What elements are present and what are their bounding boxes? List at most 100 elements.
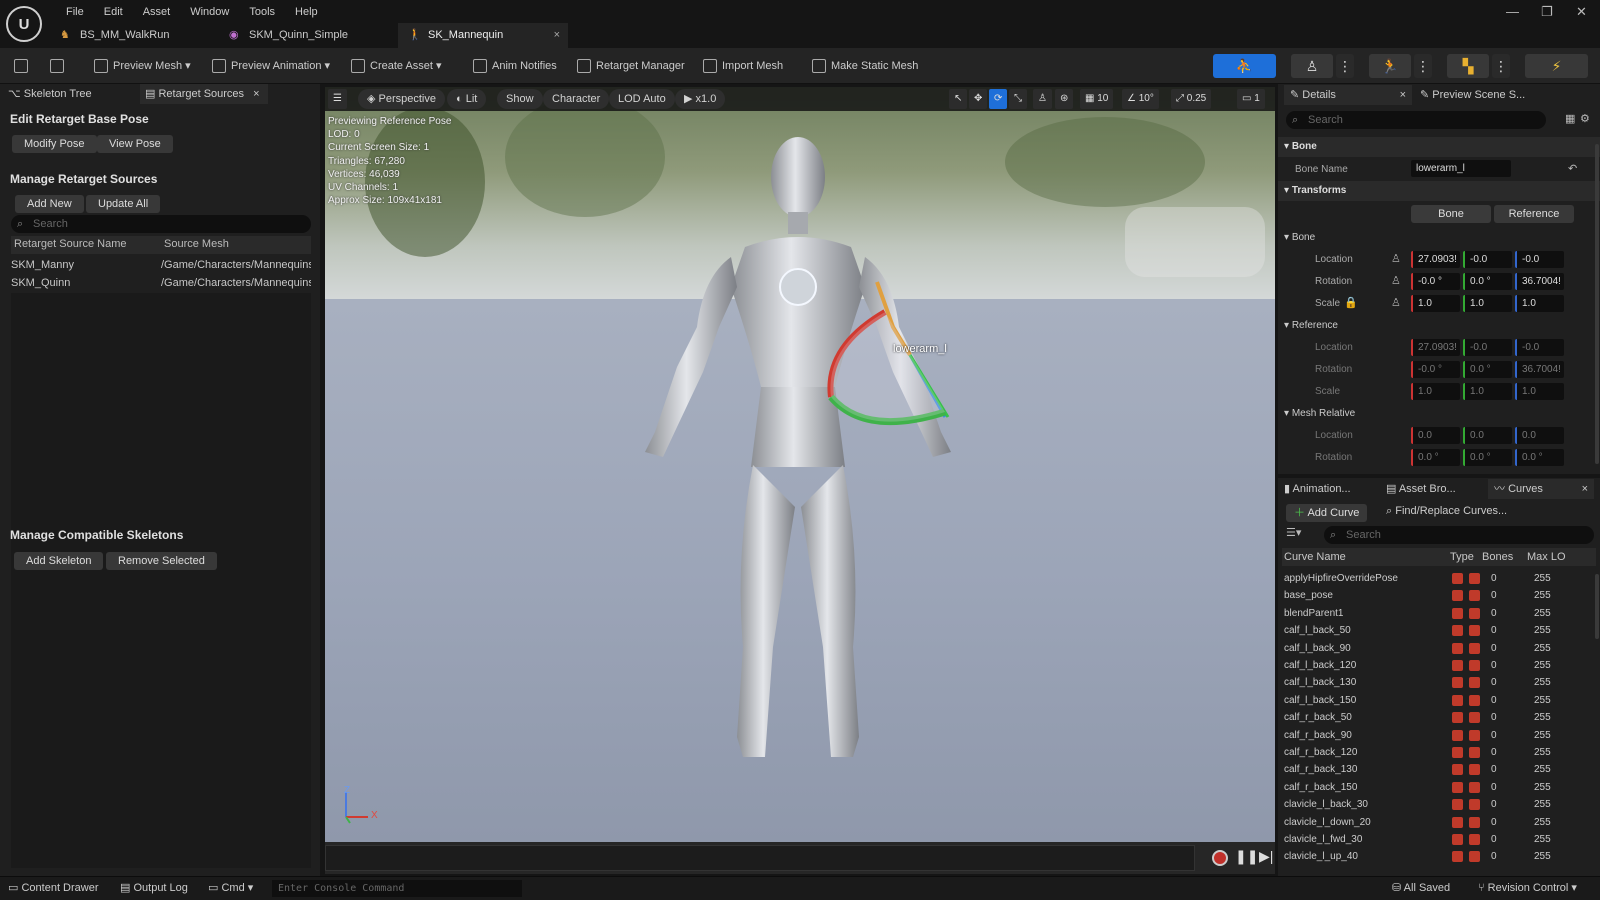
preview-mesh-button[interactable]: Preview Mesh ▾	[94, 55, 191, 77]
scale-snap-button[interactable]: ⤢ 0.25	[1171, 89, 1212, 109]
list-item[interactable]: calf_l_back_90 0 255	[1284, 640, 1600, 657]
menu-help[interactable]: Help	[285, 3, 328, 21]
skeleton-mode-button[interactable]: ⛹	[1213, 54, 1276, 78]
perspective-button[interactable]: ◈ Perspective	[358, 89, 445, 109]
list-item[interactable]: clavicle_l_down_20 0 255	[1284, 814, 1600, 831]
tab-skeleton-tree[interactable]: ⌥ Skeleton Tree	[8, 84, 138, 104]
character-button[interactable]: Character	[543, 89, 610, 109]
record-button[interactable]	[1212, 850, 1228, 866]
table-row[interactable]: SKM_Manny /Game/Characters/Mannequins	[11, 257, 311, 274]
grid-snap-button[interactable]: ▦ 10	[1080, 89, 1114, 109]
find-replace-curves-button[interactable]: ⌕ Find/Replace Curves...	[1386, 505, 1507, 518]
col-type[interactable]: Type	[1450, 551, 1474, 563]
bone-scale-x[interactable]: 1.0	[1411, 295, 1460, 312]
list-item[interactable]: clavicle_l_back_30 0 255	[1284, 796, 1600, 813]
list-item[interactable]: calf_l_back_50 0 255	[1284, 622, 1600, 639]
restore-button[interactable]: ❐	[1541, 4, 1553, 20]
list-item[interactable]: calf_l_back_120 0 255	[1284, 657, 1600, 674]
list-item[interactable]: calf_l_back_150 0 255	[1284, 692, 1600, 709]
close-window-button[interactable]: ✕	[1576, 4, 1587, 20]
minimize-button[interactable]: —	[1506, 4, 1519, 19]
filter-icon[interactable]: ☰▾	[1286, 526, 1301, 539]
add-skeleton-button[interactable]: Add Skeleton	[14, 552, 104, 570]
col-bones[interactable]: Bones	[1482, 551, 1513, 563]
select-icon[interactable]: ↖	[949, 89, 968, 109]
update-all-button[interactable]: Update All	[86, 195, 161, 213]
add-new-button[interactable]: Add New	[15, 195, 84, 213]
local-space-icon[interactable]: ♙	[1033, 89, 1052, 109]
browse-icon[interactable]	[50, 55, 64, 77]
create-asset-button[interactable]: Create Asset ▾	[351, 55, 442, 77]
output-log-button[interactable]: ▤ Output Log	[120, 881, 188, 894]
settings-gear-icon[interactable]: ⚙	[1580, 112, 1590, 125]
list-item[interactable]: base_pose 0 255	[1284, 587, 1600, 604]
details-search-input[interactable]: ⌕ Search	[1286, 111, 1546, 129]
list-item[interactable]: calf_r_back_50 0 255	[1284, 709, 1600, 726]
playback-speed-button[interactable]: ▶ x1.0	[675, 89, 726, 109]
section-transforms[interactable]: ▾ Transforms	[1278, 181, 1600, 201]
bone-location-y[interactable]: -0.0	[1463, 251, 1512, 268]
show-button[interactable]: Show	[497, 89, 543, 109]
bone-rotation-y[interactable]: 0.0 °	[1463, 273, 1512, 290]
blueprint-mode-options[interactable]: ⋮	[1492, 54, 1510, 78]
animation-mode-options[interactable]: ⋮	[1414, 54, 1432, 78]
unreal-logo-icon[interactable]: U	[6, 6, 42, 42]
viewport[interactable]: lowerarm_l ☰ ◈ Perspective ◐ Lit Show Ch…	[325, 87, 1275, 842]
col-source-name[interactable]: Retarget Source Name	[14, 238, 127, 250]
pause-button[interactable]: ❚❚	[1235, 848, 1258, 865]
save-icon[interactable]	[14, 55, 28, 77]
col-source-mesh[interactable]: Source Mesh	[164, 238, 229, 250]
tab-skm-quinn-simple[interactable]: ◉ SKM_Quinn_Simple	[219, 23, 394, 48]
mesh-mode-button[interactable]: ♙	[1291, 54, 1333, 78]
menu-tools[interactable]: Tools	[239, 3, 285, 21]
tab-animation[interactable]: ▮ Animation...	[1284, 479, 1379, 499]
physics-mode-button[interactable]: ⚡	[1525, 54, 1588, 78]
list-item[interactable]: calf_r_back_130 0 255	[1284, 761, 1600, 778]
col-curve-name[interactable]: Curve Name	[1284, 551, 1346, 563]
modify-pose-button[interactable]: Modify Pose	[12, 135, 97, 153]
close-icon[interactable]: ×	[1400, 85, 1406, 105]
space-toggle-icon[interactable]: ♙	[1391, 274, 1401, 287]
rotation-snap-button[interactable]: ∠ 10°	[1122, 89, 1159, 109]
subsection-bone[interactable]: ▾ Bone	[1278, 229, 1600, 247]
bone-scale-z[interactable]: 1.0	[1515, 295, 1564, 312]
retarget-manager-button[interactable]: Retarget Manager	[577, 55, 685, 77]
table-row[interactable]: SKM_Quinn /Game/Characters/Mannequins	[11, 275, 311, 292]
view-pose-button[interactable]: View Pose	[97, 135, 173, 153]
preview-animation-button[interactable]: Preview Animation ▾	[212, 55, 330, 77]
close-icon[interactable]: ×	[554, 23, 560, 48]
menu-window[interactable]: Window	[180, 3, 239, 21]
subsection-reference[interactable]: ▾ Reference	[1278, 317, 1600, 335]
rotate-icon[interactable]: ⟳	[989, 89, 1008, 109]
bone-name-field[interactable]: lowerarm_l	[1411, 160, 1511, 177]
list-item[interactable]: calf_r_back_90 0 255	[1284, 727, 1600, 744]
table-view-icon[interactable]: ▦	[1565, 112, 1575, 125]
list-item[interactable]: calf_r_back_150 0 255	[1284, 779, 1600, 796]
cmd-dropdown[interactable]: ▭ Cmd ▾	[208, 881, 253, 894]
mesh-mode-options[interactable]: ⋮	[1336, 54, 1354, 78]
space-toggle-icon[interactable]: ♙	[1391, 252, 1401, 265]
all-saved-button[interactable]: ⛁ All Saved	[1392, 881, 1450, 894]
tab-retarget-sources[interactable]: ▤ Retarget Sources ×	[140, 84, 268, 104]
toggle-bone-button[interactable]: Bone	[1411, 205, 1491, 223]
bone-location-x[interactable]: 27.0903!	[1411, 251, 1460, 268]
subsection-mesh-relative[interactable]: ▾ Mesh Relative	[1278, 405, 1600, 423]
curves-search-input[interactable]: ⌕ Search	[1324, 526, 1594, 544]
bone-rotation-x[interactable]: -0.0 °	[1411, 273, 1460, 290]
timeline-track[interactable]	[325, 845, 1195, 871]
tab-bs-mm-walkrun[interactable]: ♞ BS_MM_WalkRun	[50, 23, 215, 48]
col-max-lod[interactable]: Max LO	[1527, 551, 1566, 563]
lock-icon[interactable]: 🔒	[1344, 296, 1358, 309]
camera-speed-button[interactable]: ▭ 1	[1237, 89, 1265, 109]
details-scrollbar[interactable]	[1595, 144, 1599, 464]
revision-control-button[interactable]: ⑂ Revision Control ▾	[1478, 881, 1577, 894]
remove-selected-button[interactable]: Remove Selected	[106, 552, 217, 570]
list-item[interactable]: applyHipfireOverridePose 0 255	[1284, 570, 1600, 587]
lit-button[interactable]: ◐ Lit	[447, 89, 487, 109]
content-drawer-button[interactable]: ▭ Content Drawer	[8, 881, 99, 894]
bone-scale-y[interactable]: 1.0	[1463, 295, 1512, 312]
bone-location-z[interactable]: -0.0	[1515, 251, 1564, 268]
viewport-menu-button[interactable]: ☰	[328, 89, 347, 109]
make-static-mesh-button[interactable]: Make Static Mesh	[812, 55, 918, 77]
anim-notifies-button[interactable]: Anim Notifies	[473, 55, 557, 77]
